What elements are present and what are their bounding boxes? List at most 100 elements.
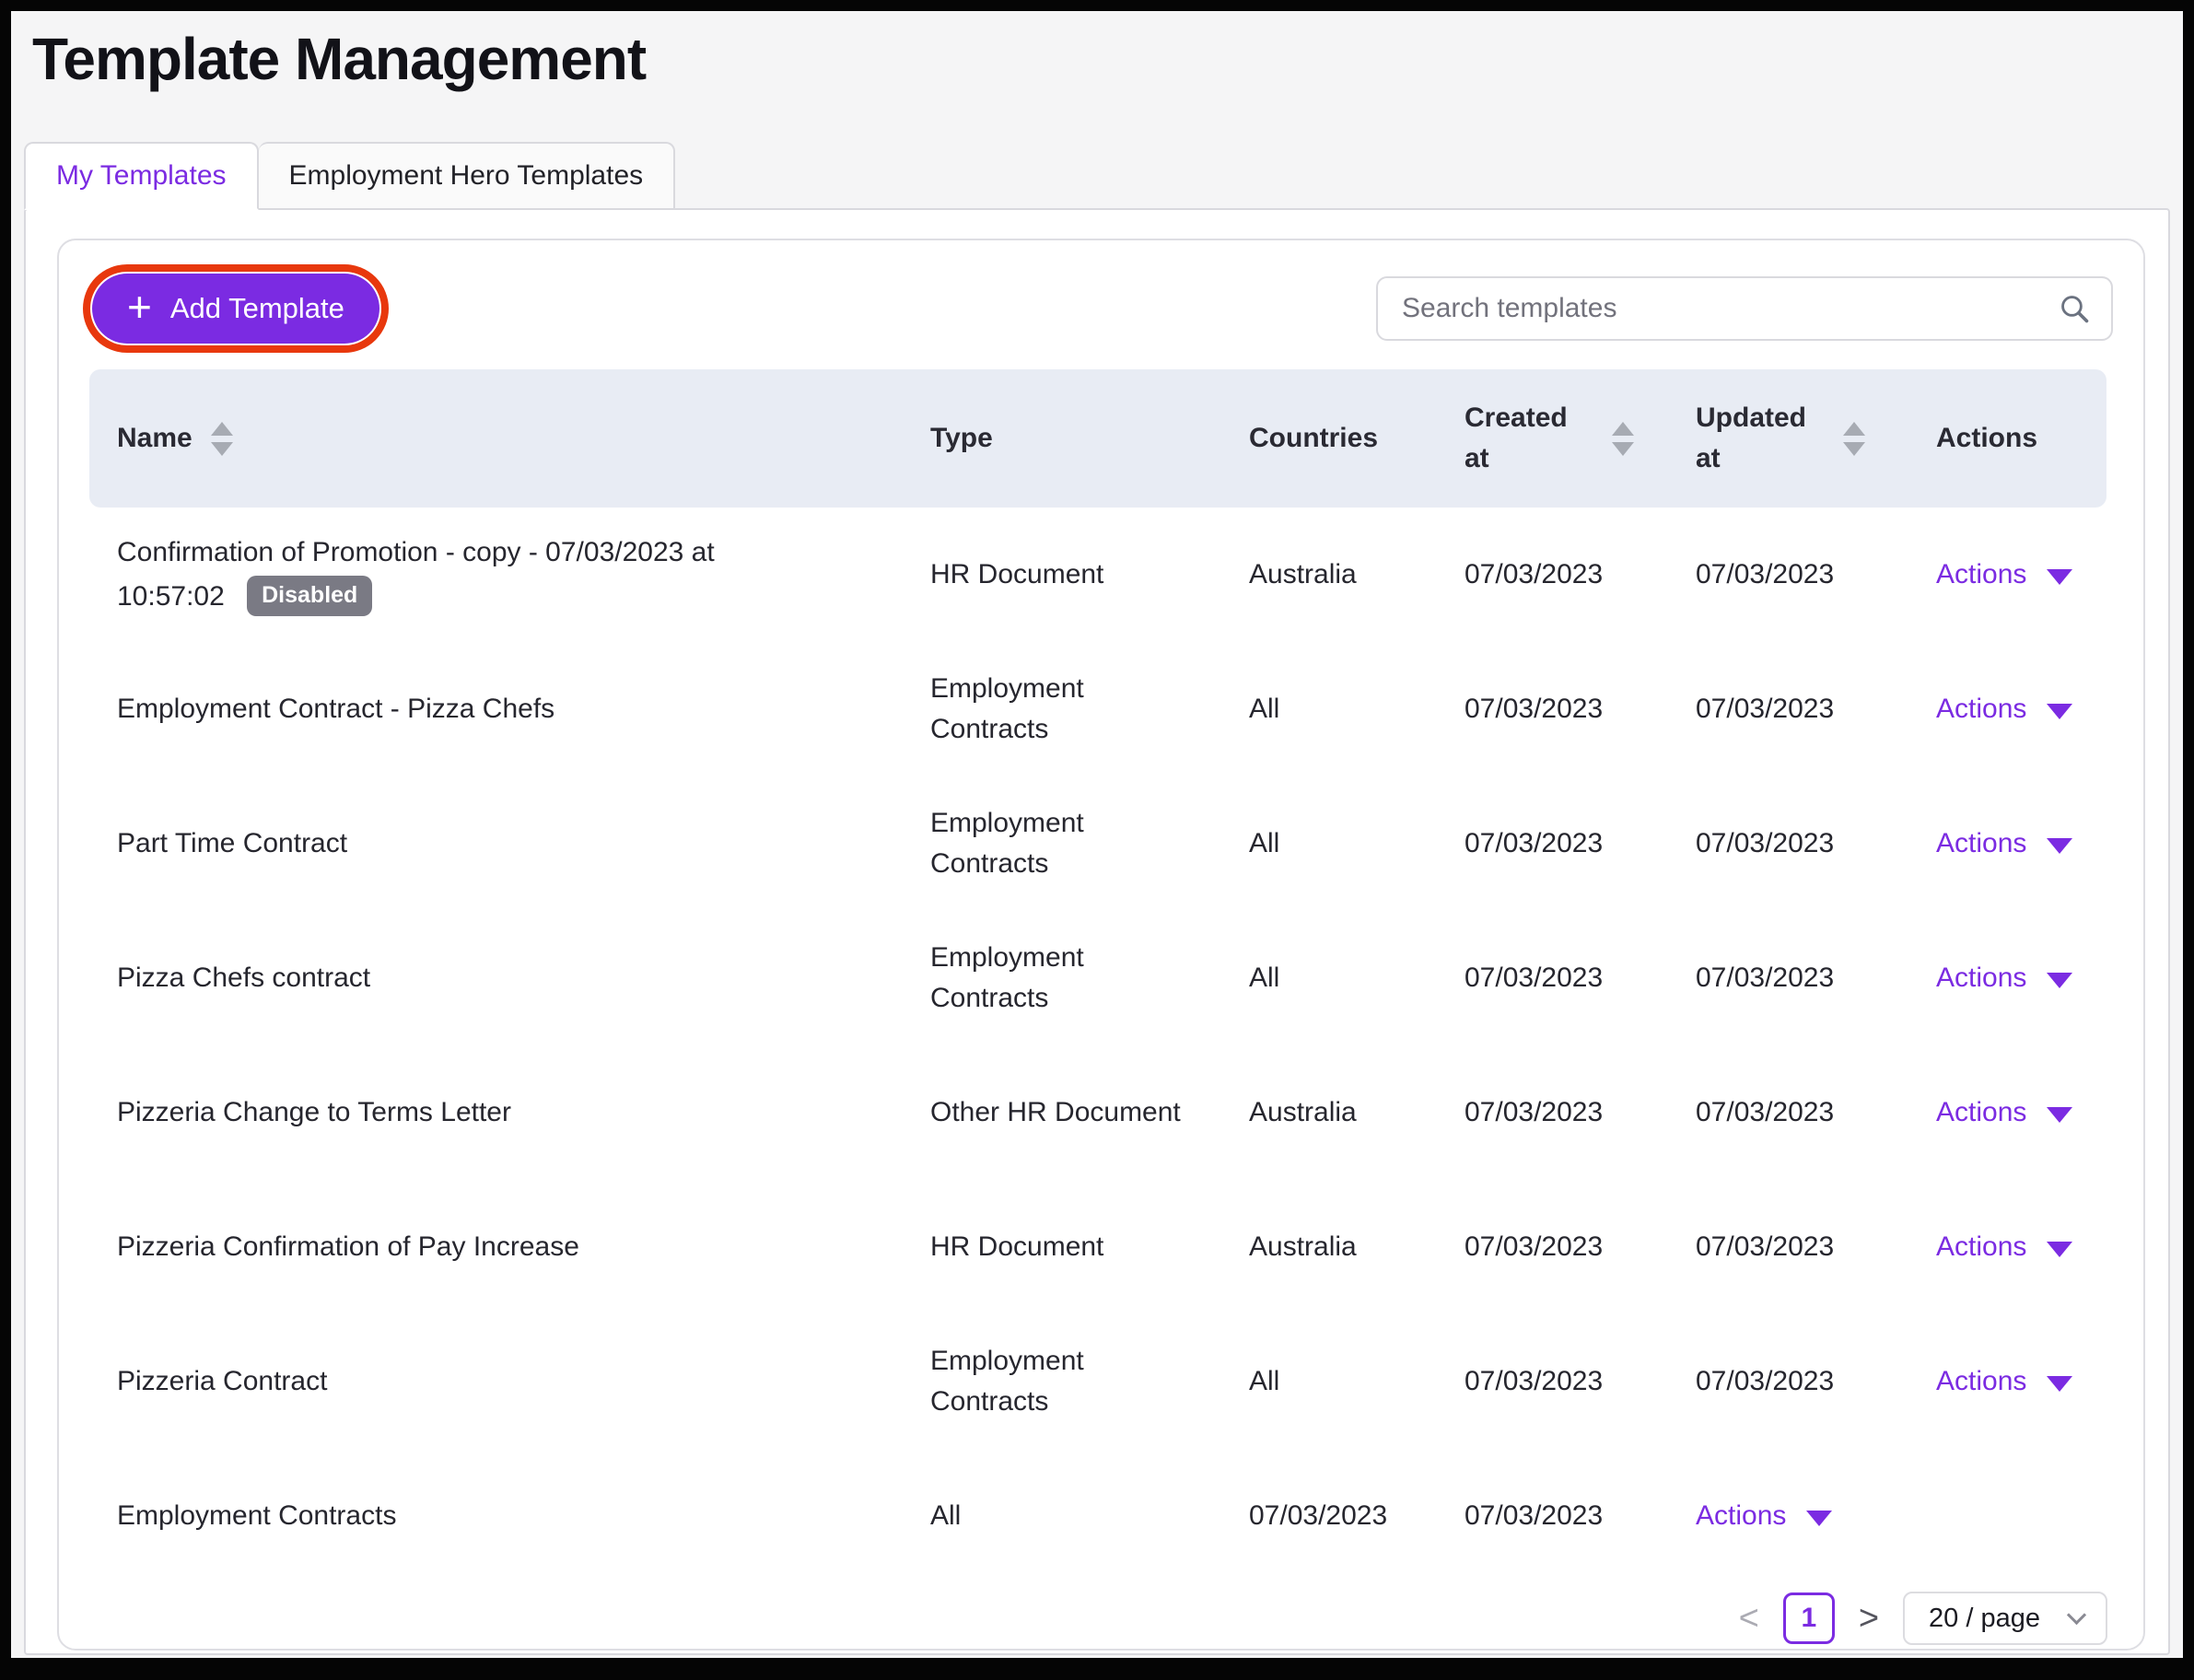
cell-updated-at: 07/03/2023 <box>1668 1045 1908 1180</box>
template-management-page: Template Management My Templates Employm… <box>11 11 2183 1658</box>
search-icon <box>2058 292 2091 325</box>
cell-actions: Actions <box>1908 776 2106 911</box>
column-header-name[interactable]: Name <box>89 369 903 508</box>
cell-actions: Actions <box>1908 911 2106 1045</box>
cell-type: HR Document <box>903 508 1221 642</box>
template-name: Pizzeria Contract <box>117 1366 327 1396</box>
cell-created-at: 07/03/2023 <box>1437 776 1668 911</box>
page-size-value: 20 / page <box>1929 1604 2040 1634</box>
cell-type: Employment Contracts <box>903 642 1221 776</box>
cell-actions: Actions <box>1908 1314 2106 1449</box>
cell-countries: All <box>1221 1314 1437 1449</box>
column-header-created-at[interactable]: Created at <box>1437 369 1668 508</box>
cell-type: Employment Contracts <box>903 776 1221 911</box>
cell-countries: All <box>1221 776 1437 911</box>
cell-name: Part Time Contract <box>89 776 903 911</box>
cell-name: Pizzeria Change to Terms Letter <box>89 1045 903 1180</box>
actions-dropdown[interactable]: Actions <box>1696 1496 1832 1536</box>
template-name: Pizzeria Confirmation of Pay Increase <box>117 1231 579 1262</box>
table-row: Employment Contract - Pizza Chefs Employ… <box>89 642 2106 776</box>
table-row: Pizza Chefs contract Employment Contract… <box>89 911 2106 1045</box>
template-name: Pizza Chefs contract <box>117 962 370 993</box>
previous-page-button[interactable]: < <box>1739 1599 1759 1639</box>
tab-employment-hero-templates[interactable]: Employment Hero Templates <box>259 142 676 210</box>
table-row: Pizzeria Contract Employment Contracts A… <box>89 1314 2106 1449</box>
cell-type: Other HR Document <box>903 1045 1221 1180</box>
sort-icon <box>1612 422 1634 456</box>
cell-actions: Actions <box>1908 1045 2106 1180</box>
cell-name: Pizzeria Confirmation of Pay Increase <box>89 1180 903 1314</box>
chevron-down-icon <box>2067 1604 2086 1624</box>
caret-down-icon <box>2047 838 2072 854</box>
actions-dropdown[interactable]: Actions <box>1936 689 2072 729</box>
table-header-row: Name Type Countries Created at <box>89 369 2106 508</box>
table-row: Pizzeria Confirmation of Pay Increase HR… <box>89 1180 2106 1314</box>
template-name: Pizzeria Change to Terms Letter <box>117 1097 511 1127</box>
template-name: Confirmation of Promotion - copy - 07/03… <box>117 537 715 612</box>
pagination: < 1 > 20 / page <box>89 1591 2113 1646</box>
cell-created-at: 07/03/2023 <box>1437 1449 1668 1583</box>
column-header-actions: Actions <box>1908 369 2106 508</box>
cell-type: All <box>903 1449 1221 1583</box>
cell-name: Pizza Chefs contract <box>89 911 903 1045</box>
cell-created-at: 07/03/2023 <box>1437 1180 1668 1314</box>
highlight-ring: + Add Template <box>83 264 389 353</box>
cell-countries: Australia <box>1221 508 1437 642</box>
cell-created-at: 07/03/2023 <box>1437 1045 1668 1180</box>
cell-updated-at: 07/03/2023 <box>1668 776 1908 911</box>
cell-name: Confirmation of Promotion - copy - 07/03… <box>89 508 903 642</box>
cell-created-at: 07/03/2023 <box>1437 911 1668 1045</box>
cell-created-at: 07/03/2023 <box>1437 508 1668 642</box>
table-row: Pizzeria Change to Terms Letter Other HR… <box>89 1045 2106 1180</box>
actions-dropdown[interactable]: Actions <box>1936 1361 2072 1402</box>
actions-dropdown[interactable]: Actions <box>1936 1227 2072 1267</box>
cell-countries: All <box>1221 911 1437 1045</box>
template-name: Employment Contracts <box>117 1500 396 1531</box>
plus-icon: + <box>127 286 152 328</box>
search-box <box>1376 276 2113 341</box>
table-row: Part Time Contract Employment Contracts … <box>89 776 2106 911</box>
cell-updated-at: 07/03/2023 <box>1668 911 1908 1045</box>
column-header-updated-at[interactable]: Updated at <box>1668 369 1908 508</box>
cell-name: Employment Contracts <box>89 1449 903 1583</box>
sort-icon <box>211 422 233 456</box>
page-number-button[interactable]: 1 <box>1783 1592 1835 1644</box>
tab-panel: + Add Template <box>24 208 2170 1655</box>
caret-down-icon <box>2047 569 2072 585</box>
actions-dropdown[interactable]: Actions <box>1936 823 2072 864</box>
page-size-select[interactable]: 20 / page <box>1903 1592 2107 1645</box>
sort-icon <box>1843 422 1865 456</box>
caret-down-icon <box>2047 1107 2072 1123</box>
search-input[interactable] <box>1376 276 2113 341</box>
cell-updated-at: 07/03/2023 <box>1668 642 1908 776</box>
tab-bar: My Templates Employment Hero Templates <box>24 142 2170 210</box>
actions-dropdown[interactable]: Actions <box>1936 554 2072 595</box>
caret-down-icon <box>2047 973 2072 988</box>
cell-updated-at: Actions <box>1668 1449 1908 1583</box>
cell-created-at: 07/03/2023 <box>1437 642 1668 776</box>
templates-card: + Add Template <box>57 239 2145 1651</box>
cell-countries: 07/03/2023 <box>1221 1449 1437 1583</box>
add-template-button[interactable]: + Add Template <box>92 274 379 344</box>
actions-dropdown[interactable]: Actions <box>1936 1092 2072 1133</box>
cell-updated-at: 07/03/2023 <box>1668 1180 1908 1314</box>
cell-name: Pizzeria Contract <box>89 1314 903 1449</box>
next-page-button[interactable]: > <box>1859 1599 1879 1639</box>
cell-actions <box>1908 1449 2106 1583</box>
page-title: Template Management <box>32 22 2170 96</box>
tab-my-templates[interactable]: My Templates <box>24 142 259 210</box>
cell-created-at: 07/03/2023 <box>1437 1314 1668 1449</box>
cell-name: Employment Contract - Pizza Chefs <box>89 642 903 776</box>
column-header-type: Type <box>903 369 1221 508</box>
cell-countries: Australia <box>1221 1180 1437 1314</box>
actions-dropdown[interactable]: Actions <box>1936 958 2072 998</box>
templates-table: Name Type Countries Created at <box>89 369 2106 1583</box>
caret-down-icon <box>1806 1511 1832 1526</box>
cell-type: Employment Contracts <box>903 911 1221 1045</box>
table-row: Confirmation of Promotion - copy - 07/03… <box>89 508 2106 642</box>
caret-down-icon <box>2047 704 2072 719</box>
caret-down-icon <box>2047 1376 2072 1392</box>
cell-countries: Australia <box>1221 1045 1437 1180</box>
tab-label: My Templates <box>56 160 227 192</box>
cell-type: HR Document <box>903 1180 1221 1314</box>
